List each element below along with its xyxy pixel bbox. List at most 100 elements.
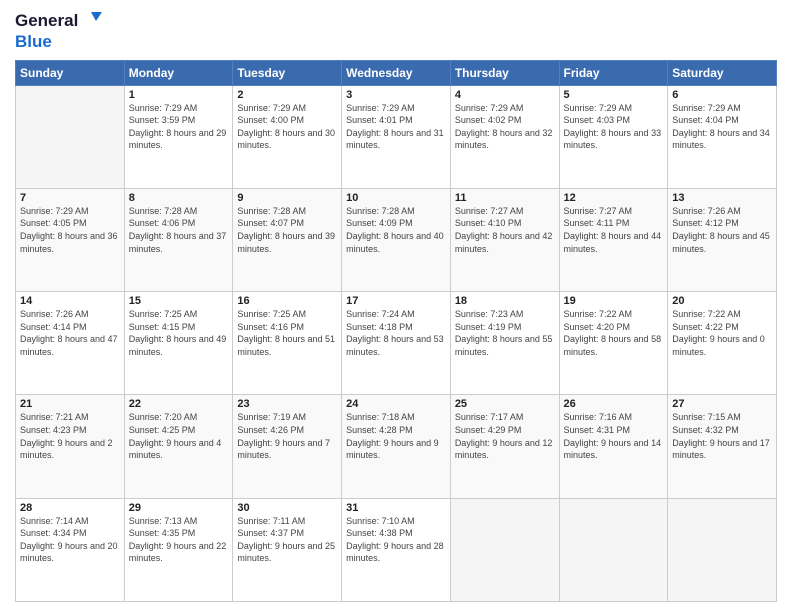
day-info: Sunrise: 7:27 AMSunset: 4:11 PMDaylight:… [564,205,664,255]
day-number: 23 [237,398,337,410]
day-number: 1 [129,89,229,101]
calendar-table: SundayMondayTuesdayWednesdayThursdayFrid… [15,60,777,602]
day-info: Sunrise: 7:22 AMSunset: 4:20 PMDaylight:… [564,308,664,358]
day-info: Sunrise: 7:25 AMSunset: 4:16 PMDaylight:… [237,308,337,358]
day-info: Sunrise: 7:29 AMSunset: 4:04 PMDaylight:… [672,102,772,152]
calendar-cell: 24Sunrise: 7:18 AMSunset: 4:28 PMDayligh… [342,395,451,498]
calendar-cell [450,498,559,601]
weekday-header: Tuesday [233,60,342,85]
day-info: Sunrise: 7:11 AMSunset: 4:37 PMDaylight:… [237,515,337,565]
day-info: Sunrise: 7:28 AMSunset: 4:06 PMDaylight:… [129,205,229,255]
calendar-week-row: 7Sunrise: 7:29 AMSunset: 4:05 PMDaylight… [16,188,777,291]
calendar-cell: 14Sunrise: 7:26 AMSunset: 4:14 PMDayligh… [16,292,125,395]
calendar-cell: 19Sunrise: 7:22 AMSunset: 4:20 PMDayligh… [559,292,668,395]
day-info: Sunrise: 7:13 AMSunset: 4:35 PMDaylight:… [129,515,229,565]
day-number: 27 [672,398,772,410]
day-number: 16 [237,295,337,307]
weekday-header: Friday [559,60,668,85]
calendar-cell: 3Sunrise: 7:29 AMSunset: 4:01 PMDaylight… [342,85,451,188]
calendar-cell: 2Sunrise: 7:29 AMSunset: 4:00 PMDaylight… [233,85,342,188]
calendar-week-row: 1Sunrise: 7:29 AMSunset: 3:59 PMDaylight… [16,85,777,188]
calendar-cell: 15Sunrise: 7:25 AMSunset: 4:15 PMDayligh… [124,292,233,395]
day-number: 26 [564,398,664,410]
day-number: 19 [564,295,664,307]
weekday-header: Thursday [450,60,559,85]
day-number: 17 [346,295,446,307]
calendar-cell: 8Sunrise: 7:28 AMSunset: 4:06 PMDaylight… [124,188,233,291]
logo: General Blue [15,10,102,52]
day-number: 24 [346,398,446,410]
calendar-cell: 11Sunrise: 7:27 AMSunset: 4:10 PMDayligh… [450,188,559,291]
day-number: 7 [20,192,120,204]
day-number: 28 [20,502,120,514]
day-info: Sunrise: 7:28 AMSunset: 4:09 PMDaylight:… [346,205,446,255]
calendar-cell: 20Sunrise: 7:22 AMSunset: 4:22 PMDayligh… [668,292,777,395]
day-number: 22 [129,398,229,410]
calendar-cell: 4Sunrise: 7:29 AMSunset: 4:02 PMDaylight… [450,85,559,188]
calendar-cell [668,498,777,601]
day-number: 30 [237,502,337,514]
day-info: Sunrise: 7:29 AMSunset: 4:01 PMDaylight:… [346,102,446,152]
calendar-cell: 16Sunrise: 7:25 AMSunset: 4:16 PMDayligh… [233,292,342,395]
weekday-header: Wednesday [342,60,451,85]
calendar-cell: 5Sunrise: 7:29 AMSunset: 4:03 PMDaylight… [559,85,668,188]
day-info: Sunrise: 7:26 AMSunset: 4:12 PMDaylight:… [672,205,772,255]
calendar-week-row: 28Sunrise: 7:14 AMSunset: 4:34 PMDayligh… [16,498,777,601]
calendar-cell: 13Sunrise: 7:26 AMSunset: 4:12 PMDayligh… [668,188,777,291]
day-info: Sunrise: 7:23 AMSunset: 4:19 PMDaylight:… [455,308,555,358]
day-number: 29 [129,502,229,514]
calendar-week-row: 21Sunrise: 7:21 AMSunset: 4:23 PMDayligh… [16,395,777,498]
calendar-cell [559,498,668,601]
day-number: 5 [564,89,664,101]
calendar-cell: 25Sunrise: 7:17 AMSunset: 4:29 PMDayligh… [450,395,559,498]
header: General Blue [15,10,777,52]
day-number: 15 [129,295,229,307]
calendar-cell: 23Sunrise: 7:19 AMSunset: 4:26 PMDayligh… [233,395,342,498]
calendar-cell: 22Sunrise: 7:20 AMSunset: 4:25 PMDayligh… [124,395,233,498]
weekday-header: Sunday [16,60,125,85]
calendar-cell: 12Sunrise: 7:27 AMSunset: 4:11 PMDayligh… [559,188,668,291]
weekday-header: Monday [124,60,233,85]
day-info: Sunrise: 7:28 AMSunset: 4:07 PMDaylight:… [237,205,337,255]
logo-text: General Blue [15,10,102,52]
day-number: 12 [564,192,664,204]
day-number: 20 [672,295,772,307]
day-info: Sunrise: 7:16 AMSunset: 4:31 PMDaylight:… [564,411,664,461]
day-info: Sunrise: 7:10 AMSunset: 4:38 PMDaylight:… [346,515,446,565]
calendar-week-row: 14Sunrise: 7:26 AMSunset: 4:14 PMDayligh… [16,292,777,395]
day-number: 18 [455,295,555,307]
day-info: Sunrise: 7:27 AMSunset: 4:10 PMDaylight:… [455,205,555,255]
calendar-cell: 29Sunrise: 7:13 AMSunset: 4:35 PMDayligh… [124,498,233,601]
calendar-cell: 27Sunrise: 7:15 AMSunset: 4:32 PMDayligh… [668,395,777,498]
day-info: Sunrise: 7:29 AMSunset: 4:00 PMDaylight:… [237,102,337,152]
day-info: Sunrise: 7:21 AMSunset: 4:23 PMDaylight:… [20,411,120,461]
day-info: Sunrise: 7:22 AMSunset: 4:22 PMDaylight:… [672,308,772,358]
day-info: Sunrise: 7:20 AMSunset: 4:25 PMDaylight:… [129,411,229,461]
calendar-cell: 10Sunrise: 7:28 AMSunset: 4:09 PMDayligh… [342,188,451,291]
day-number: 2 [237,89,337,101]
calendar-cell: 31Sunrise: 7:10 AMSunset: 4:38 PMDayligh… [342,498,451,601]
day-number: 21 [20,398,120,410]
day-number: 3 [346,89,446,101]
weekday-header: Saturday [668,60,777,85]
day-number: 13 [672,192,772,204]
calendar-cell: 18Sunrise: 7:23 AMSunset: 4:19 PMDayligh… [450,292,559,395]
calendar-cell: 21Sunrise: 7:21 AMSunset: 4:23 PMDayligh… [16,395,125,498]
day-info: Sunrise: 7:19 AMSunset: 4:26 PMDaylight:… [237,411,337,461]
day-info: Sunrise: 7:29 AMSunset: 3:59 PMDaylight:… [129,102,229,152]
day-number: 9 [237,192,337,204]
calendar-cell: 28Sunrise: 7:14 AMSunset: 4:34 PMDayligh… [16,498,125,601]
day-number: 10 [346,192,446,204]
calendar-cell: 30Sunrise: 7:11 AMSunset: 4:37 PMDayligh… [233,498,342,601]
day-info: Sunrise: 7:29 AMSunset: 4:02 PMDaylight:… [455,102,555,152]
day-info: Sunrise: 7:14 AMSunset: 4:34 PMDaylight:… [20,515,120,565]
calendar-cell: 9Sunrise: 7:28 AMSunset: 4:07 PMDaylight… [233,188,342,291]
calendar-cell: 6Sunrise: 7:29 AMSunset: 4:04 PMDaylight… [668,85,777,188]
calendar-cell: 7Sunrise: 7:29 AMSunset: 4:05 PMDaylight… [16,188,125,291]
day-info: Sunrise: 7:24 AMSunset: 4:18 PMDaylight:… [346,308,446,358]
calendar-header-row: SundayMondayTuesdayWednesdayThursdayFrid… [16,60,777,85]
day-number: 4 [455,89,555,101]
day-info: Sunrise: 7:29 AMSunset: 4:05 PMDaylight:… [20,205,120,255]
day-info: Sunrise: 7:25 AMSunset: 4:15 PMDaylight:… [129,308,229,358]
day-number: 14 [20,295,120,307]
